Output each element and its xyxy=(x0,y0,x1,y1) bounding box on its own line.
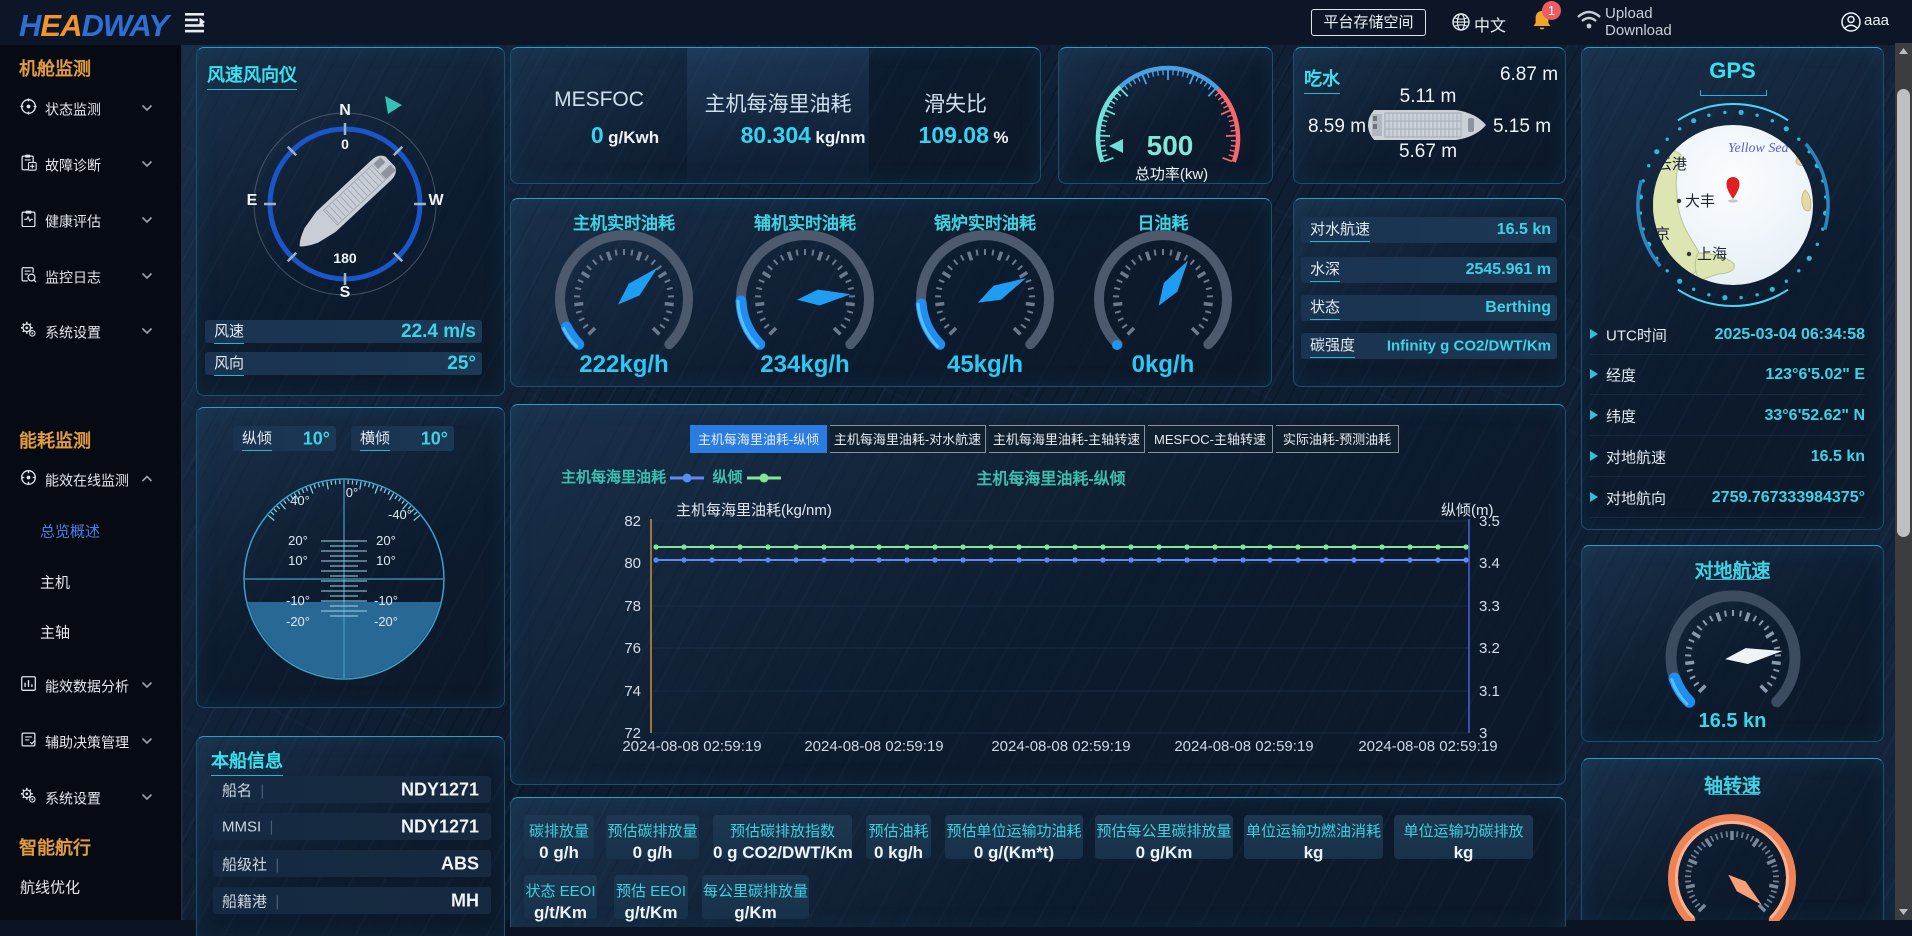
svg-text:82: 82 xyxy=(624,513,641,530)
svg-text:3.1: 3.1 xyxy=(1479,683,1500,700)
svg-text:云港: 云港 xyxy=(1657,156,1687,173)
svg-text:78: 78 xyxy=(624,598,641,615)
svg-text:76: 76 xyxy=(624,640,641,657)
svg-text:10°: 10° xyxy=(288,553,308,568)
svg-text:-20°: -20° xyxy=(374,614,398,629)
svg-text:-10°: -10° xyxy=(374,593,398,608)
svg-text:2024-08-08 02:59:19: 2024-08-08 02:59:19 xyxy=(991,738,1130,755)
svg-text:Yellow Sea: Yellow Sea xyxy=(1728,141,1789,156)
svg-text:2024-08-08 02:59:19: 2024-08-08 02:59:19 xyxy=(1174,738,1313,755)
svg-text:40°: 40° xyxy=(290,493,310,508)
svg-text:3.4: 3.4 xyxy=(1479,555,1500,572)
svg-text:2024-08-08 02:59:19: 2024-08-08 02:59:19 xyxy=(622,738,761,755)
svg-text:3.3: 3.3 xyxy=(1479,598,1500,615)
svg-text:2024-08-08 02:59:19: 2024-08-08 02:59:19 xyxy=(1358,738,1497,755)
svg-text:0°: 0° xyxy=(346,485,358,500)
svg-text:上海: 上海 xyxy=(1697,246,1727,263)
svg-text:-10°: -10° xyxy=(286,593,310,608)
svg-text:3.2: 3.2 xyxy=(1479,640,1500,657)
svg-text:-20°: -20° xyxy=(286,614,310,629)
svg-text:大丰: 大丰 xyxy=(1685,193,1715,210)
svg-text:20°: 20° xyxy=(288,533,308,548)
svg-text:-40°: -40° xyxy=(388,507,412,522)
svg-text:80: 80 xyxy=(624,555,641,572)
svg-text:2024-08-08 02:59:19: 2024-08-08 02:59:19 xyxy=(804,738,943,755)
svg-text:20°: 20° xyxy=(376,533,396,548)
svg-text:10°: 10° xyxy=(376,553,396,568)
svg-text:京: 京 xyxy=(1655,226,1670,243)
svg-text:74: 74 xyxy=(624,683,641,700)
